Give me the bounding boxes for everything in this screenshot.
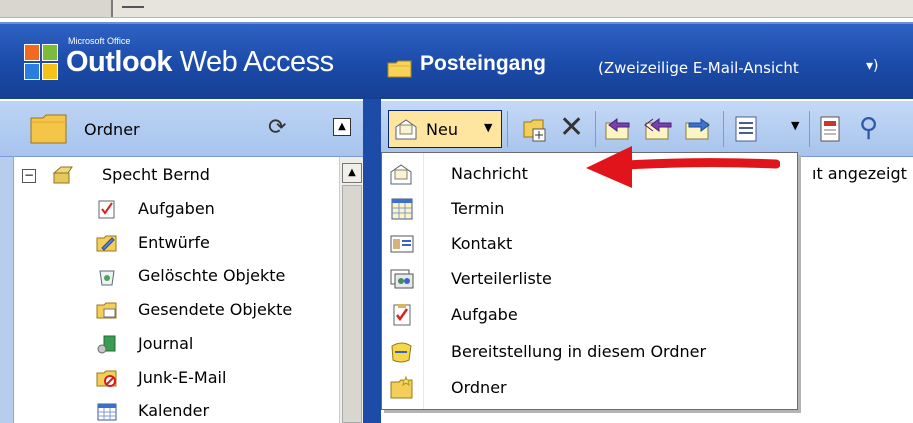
distribution-list-icon xyxy=(390,269,414,289)
view-selector[interactable]: (Zweizeilige E-Mail-Ansicht xyxy=(598,59,799,77)
annotation-arrow-icon xyxy=(586,146,780,188)
folder-pane-header: Ordner ⟳ ▲ xyxy=(0,99,371,157)
tree-item-label: Gelöschte Objekte xyxy=(138,266,286,285)
menu-item-folder[interactable]: Ordner xyxy=(382,370,797,406)
menu-item-contact[interactable]: Kontakt xyxy=(382,226,797,262)
menu-item-appointment[interactable]: Termin xyxy=(382,191,797,227)
window-dash xyxy=(122,6,144,8)
folder-icon xyxy=(390,376,413,399)
toolbar-separator xyxy=(809,111,810,147)
tree-item-label: Junk-E-Mail xyxy=(138,368,227,387)
tasks-icon xyxy=(98,200,115,219)
inbox-folder-icon xyxy=(387,60,412,78)
pane-divider[interactable] xyxy=(363,99,381,423)
address-book-icon[interactable] xyxy=(817,113,845,145)
calendar-icon xyxy=(97,403,117,421)
view-dropdown-chevron-icon[interactable]: ▼ xyxy=(791,119,799,151)
scroll-up-arrow-icon[interactable]: ▲ xyxy=(342,163,362,183)
task-icon xyxy=(393,304,411,326)
post-icon xyxy=(391,342,412,363)
tree-item-label: Gesendete Objekte xyxy=(138,300,293,319)
window-chrome-strip xyxy=(0,0,913,18)
drafts-icon xyxy=(96,235,117,252)
new-button[interactable]: Neu ▼ xyxy=(388,110,502,148)
message-icon xyxy=(390,164,412,185)
new-dropdown-chevron-icon[interactable]: ▼ xyxy=(484,121,492,134)
folder-icon xyxy=(30,114,67,144)
collapse-pane-button[interactable]: ▲ xyxy=(333,118,351,136)
refresh-icon[interactable]: ⟳ xyxy=(268,115,286,140)
tree-item-label: Entwürfe xyxy=(138,233,210,252)
search-icon[interactable]: ⚲ xyxy=(859,113,878,145)
move-to-folder-icon[interactable] xyxy=(521,113,549,145)
junk-icon xyxy=(96,370,117,387)
menu-item-post[interactable]: Bereitstellung in diesem Ordner xyxy=(382,334,797,370)
trash-icon xyxy=(99,270,115,286)
folder-pane-title: Ordner xyxy=(84,120,140,139)
menu-item-label: Nachricht xyxy=(451,164,528,183)
app-title: Outlook Web Access xyxy=(66,46,334,78)
folder-pane-margin xyxy=(0,157,14,423)
window-tab-stub xyxy=(0,0,113,17)
tree-collapse-toggle[interactable]: − xyxy=(22,169,36,183)
menu-item-label: Termin xyxy=(451,199,505,218)
office-logo-icon xyxy=(24,44,60,82)
tree-item-label: Journal xyxy=(138,334,194,353)
menu-item-distribution-list[interactable]: Verteilerliste xyxy=(382,261,797,297)
menu-item-label: Ordner xyxy=(451,378,507,397)
current-folder-title: Posteingang xyxy=(420,52,547,75)
tree-item-label: Kalender xyxy=(138,401,210,420)
menu-item-label: Verteilerliste xyxy=(451,269,552,288)
app-banner: Microsoft Office Outlook Web Access Post… xyxy=(0,22,913,99)
appointment-icon xyxy=(391,198,413,220)
view-chevron-down-icon[interactable]: ▾) xyxy=(866,58,879,74)
tree-item-label: Specht Bernd xyxy=(102,165,210,184)
mailbox-icon xyxy=(52,166,73,184)
new-button-label: Neu xyxy=(426,120,458,139)
folder-pane-scrollbar[interactable]: ▲ xyxy=(339,157,363,423)
menu-item-label: Aufgabe xyxy=(451,305,518,324)
tree-item-label: Aufgaben xyxy=(138,199,215,218)
brand-subtitle: Microsoft Office xyxy=(68,36,131,46)
menu-item-task[interactable]: Aufgabe xyxy=(382,297,797,333)
message-list-note: ıt angezeigt xyxy=(812,164,907,183)
menu-item-label: Kontakt xyxy=(451,234,513,253)
menu-item-label: Bereitstellung in diesem Ordner xyxy=(451,342,707,361)
contact-icon xyxy=(390,235,414,253)
journal-icon xyxy=(97,335,116,354)
toolbar-separator xyxy=(507,111,508,147)
scrollbar-thumb[interactable] xyxy=(342,185,362,423)
sent-folder-icon xyxy=(96,302,117,319)
new-message-icon xyxy=(395,119,417,140)
